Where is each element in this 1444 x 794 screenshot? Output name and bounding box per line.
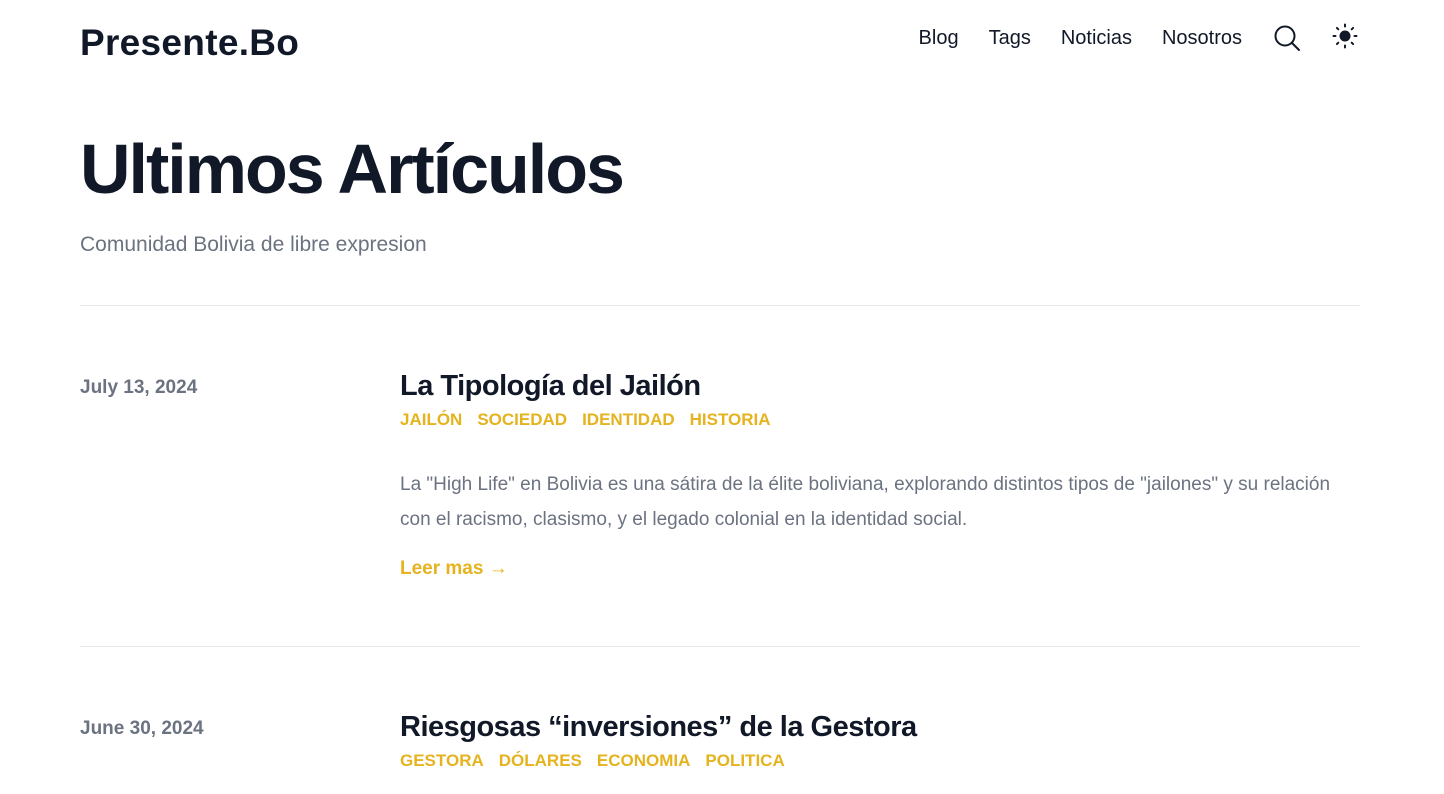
page-title: Ultimos Artículos [80,130,625,208]
read-more-link[interactable]: Leer mas → [400,558,508,580]
post-title-link[interactable]: Riesgosas “inversiones” de la Gestora [400,709,1360,745]
divider [80,305,1360,306]
site-logo[interactable]: Presente.Bo [80,22,299,64]
tag-link[interactable]: SOCIEDAD [477,410,567,430]
post-body: La Tipología del Jailón JAILÓN SOCIEDAD … [400,368,1360,580]
post-date: June 30, 2024 [80,718,204,739]
tag-link[interactable]: GESTORA [400,751,484,771]
post-body: Riesgosas “inversiones” de la Gestora GE… [400,709,1360,773]
divider [80,646,1360,647]
tag-link[interactable]: ECONOMIA [597,751,691,771]
hero-section: Ultimos Artículos Comunidad Bolivia de l… [80,128,1360,256]
page-subtitle: Comunidad Bolivia de libre expresion [80,233,427,256]
main-nav: Blog Tags Noticias Nosotros [919,20,1360,56]
nav-link-noticias[interactable]: Noticias [1061,27,1132,50]
post-title-link[interactable]: La Tipología del Jailón [400,368,1360,404]
tag-link[interactable]: IDENTIDAD [582,410,675,430]
tag-link[interactable]: DÓLARES [499,751,582,771]
tag-link[interactable]: HISTORIA [690,410,771,430]
post-date: July 13, 2024 [80,377,198,398]
sun-icon[interactable] [1330,21,1360,51]
nav-link-nosotros[interactable]: Nosotros [1162,27,1242,50]
post-summary: La "High Life" en Bolivia es una sátira … [400,474,1331,530]
site-header: Presente.Bo Blog Tags Noticias Nosotros [80,0,1360,90]
post-tags: JAILÓN SOCIEDAD IDENTIDAD HISTORIA [400,408,1360,432]
tag-link[interactable]: POLITICA [705,751,784,771]
tag-link[interactable]: JAILÓN [400,410,462,430]
nav-link-blog[interactable]: Blog [919,27,959,50]
post-tags: GESTORA DÓLARES ECONOMIA POLITICA [400,749,1360,773]
nav-link-tags[interactable]: Tags [989,27,1031,50]
search-icon[interactable] [1272,23,1302,53]
